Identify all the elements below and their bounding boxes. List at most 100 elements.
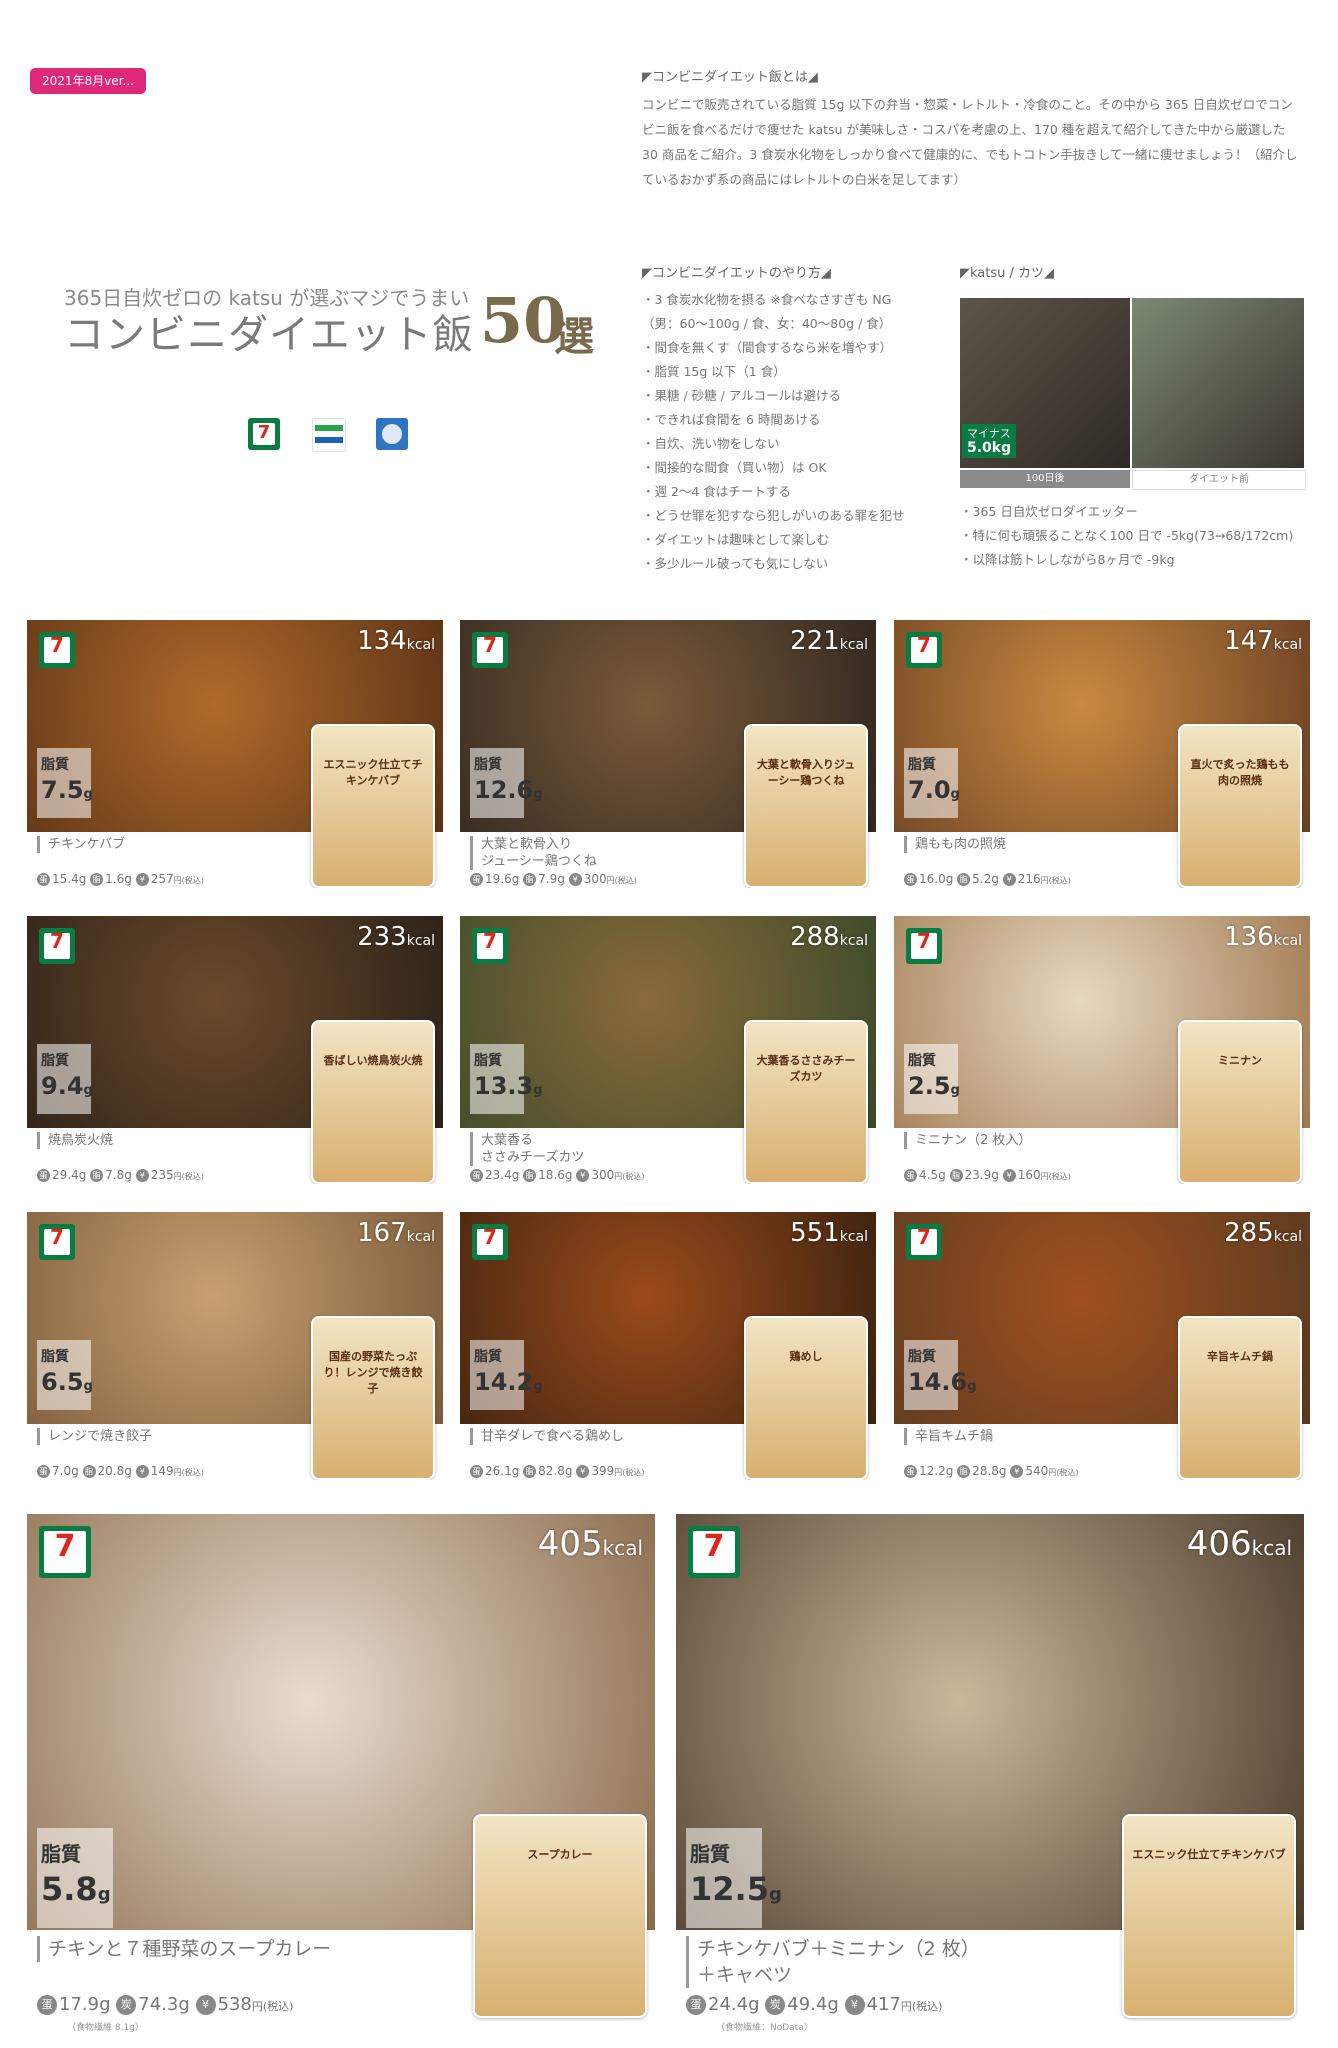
fat-label: 脂質 [690,1842,730,1866]
profile-heading: ◤katsu / カツ◢ [960,266,1055,281]
fat-label: 脂質 [474,1053,502,1069]
fat-label: 脂質 [474,1349,502,1365]
macro-info: 蛋 23.4g 脂 18.6g ¥300円(税込) [470,1168,645,1182]
product-name: ミニナン（2 枚入） [904,1132,1031,1149]
product-name: チキンケバブ [37,836,125,853]
kcal-value: 221kcal [790,626,868,656]
seven-eleven-icon: 7 [906,928,942,964]
seven-eleven-icon: 7 [39,928,75,964]
seven-eleven-icon: 7 [39,1526,91,1578]
rule-item: ・間接的な間食（買い物）は OK [642,460,827,475]
protein-icon: 蛋 [904,873,917,886]
product-package-image: エスニック仕立てチキンケバブ [311,724,435,888]
yen-icon: ¥ [135,1169,149,1182]
profile-item: ・特に何も頑張ることなく100 日で -5kg(73→68/172cm) [960,528,1294,543]
weight-loss-badge: マイナス 5.0kg [962,424,1017,458]
seven-eleven-icon: 7 [688,1526,740,1578]
fat-value: 14.2g [474,1368,543,1396]
yen-icon: ¥ [1002,1169,1016,1182]
fat-value: 9.4g [41,1072,93,1100]
product-card[interactable]: 7 136kcal 脂質 2.5g ミニナンミニナン（2 枚入） 蛋 4.5g 脂 23.9g… [894,916,1310,1184]
package-label: スープカレー [527,1848,593,1861]
fat-icon: 脂 [90,873,104,886]
fat-icon: 脂 [82,1465,96,1478]
package-label: ミニナン [1218,1054,1262,1067]
kcal-value: 147kcal [1224,626,1302,656]
fat-icon: 脂 [523,1169,537,1182]
kcal-value: 136kcal [1224,922,1302,952]
fat-icon: 脂 [957,1465,971,1478]
fat-badge: 脂質 13.3g [470,1044,543,1114]
kcal-value: 405kcal [537,1524,643,1564]
macro-info: 蛋 17.9g 炭 74.3g ¥538円(税込) [37,1994,293,2015]
macro-info: 蛋 24.4g 炭 49.4g ¥417円(税込) [686,1994,942,2015]
fat-label: 脂質 [41,1349,69,1365]
yen-icon: ¥ [576,1465,590,1478]
product-package-image: 直火で炙った鶏もも肉の照焼 [1178,724,1302,888]
macro-info: 蛋 12.2g 脂 28.8g ¥540円(税込) [904,1464,1079,1478]
yen-icon: ¥ [135,1465,149,1478]
yen-icon: ¥ [568,873,582,886]
package-label: 辛旨キムチ鍋 [1207,1350,1273,1363]
rule-item: ・脂質 15g 以下（1 食） [642,364,786,379]
kcal-value: 406kcal [1186,1524,1292,1564]
product-card[interactable]: 7 221kcal 脂質 12.6g 大葉と軟骨入りジューシー鶏つくね 大葉と軟骨入り ジ… [460,620,876,888]
carb-icon: 炭 [765,1995,786,2015]
product-card[interactable]: 7 285kcal 脂質 14.6g 辛旨キムチ鍋 辛旨キムチ鍋蛋 12.2g 脂 28.8g… [894,1212,1310,1480]
product-name: 辛旨キムチ鍋 [904,1428,993,1445]
yen-icon: ¥ [1002,873,1016,886]
macro-info: 蛋 15.4g 脂 1.6g ¥257円(税込) [37,872,204,886]
product-name: チキンと７種野菜のスープカレー [37,1936,331,1962]
product-card[interactable]: 7 551kcal 脂質 14.2g 鶏めし 甘辛ダレで食べる鶏めし蛋 26.1g 脂 82.… [460,1212,876,1480]
profile-list: ・365 日自炊ゼロダイエッター・特に何も頑張ることなく100 日で -5kg(… [960,500,1320,572]
product-card[interactable]: 7 147kcal 脂質 7.0g 直火で炙った鶏もも肉の照焼 鶏もも肉の照焼蛋 16.0g… [894,620,1310,888]
protein-icon: 蛋 [37,1465,50,1478]
rule-item: ・自炊、洗い物をしない [642,436,780,451]
fat-icon: 脂 [957,873,971,886]
fiber-note: （食物繊維：NoData） [716,2023,813,2033]
package-label: エスニック仕立てチキンケバブ [1132,1848,1286,1861]
product-card[interactable]: 7 233kcal 脂質 9.4g 香ばしい焼鳥炭火焼 焼鳥炭火焼蛋 29.4g 脂 7.8g… [27,916,443,1184]
kcal-value: 551kcal [790,1218,868,1248]
protein-icon: 蛋 [37,1995,57,2015]
package-label: 大葉と軟骨入りジューシー鶏つくね [756,758,856,787]
product-card-large[interactable]: 7 406kcal 脂質 12.5g エスニック仕立てチキンケバブ チキンケバブ＋ミニナン… [676,1514,1304,2034]
rule-item: ・どうせ罪を犯すなら犯しがいのある罪を犯せ [642,508,905,523]
protein-icon: 蛋 [904,1169,917,1182]
package-label: 大葉香るささみチーズカツ [756,1054,856,1083]
protein-icon: 蛋 [686,1995,706,2015]
carb-icon: 炭 [116,1995,137,2015]
fat-value: 13.3g [474,1072,543,1100]
product-card[interactable]: 7 167kcal 脂質 6.5g 国産の野菜たっぷり！レンジで焼き餃子 レンジで焼き餃子… [27,1212,443,1480]
fat-icon: 脂 [949,1169,963,1182]
fat-badge: 脂質 12.5g [686,1828,782,1928]
product-card[interactable]: 7 288kcal 脂質 13.3g 大葉香るささみチーズカツ 大葉香る ささみチーズカツ… [460,916,876,1184]
profile-item: ・365 日自炊ゼロダイエッター [960,504,1138,519]
fat-icon: 脂 [523,1465,537,1478]
product-package-image: エスニック仕立てチキンケバブ [1122,1814,1296,2018]
seven-eleven-icon: 7 [906,632,942,668]
seven-eleven-icon: 7 [39,632,75,668]
package-label: 鶏めし [789,1350,823,1363]
rule-item: ・3 食炭水化物を摂る ※食べなさすぎも NG [642,292,892,307]
protein-icon: 蛋 [470,873,483,886]
kcal-value: 285kcal [1224,1218,1302,1248]
kcal-value: 233kcal [357,922,435,952]
product-card-large[interactable]: 7 405kcal 脂質 5.8g スープカレーチキンと７種野菜のスープカレー蛋 17.9… [27,1514,655,2034]
fat-value: 7.0g [908,776,960,804]
fat-value: 12.5g [690,1870,782,1908]
kcal-value: 134kcal [357,626,435,656]
fat-badge: 脂質 7.0g [904,748,960,818]
product-card[interactable]: 7 134kcal 脂質 7.5g エスニック仕立てチキンケバブ チキンケバブ蛋 15.4g… [27,620,443,888]
macro-info: 蛋 4.5g 脂 23.9g ¥160円(税込) [904,1168,1071,1182]
page-title: コンビニダイエット飯 [64,312,474,358]
protein-icon: 蛋 [37,1169,50,1182]
yen-icon: ¥ [195,1995,216,2015]
fat-value: 7.5g [41,776,93,804]
fat-badge: 脂質 2.5g [904,1044,960,1114]
fat-badge: 脂質 5.8g [37,1828,113,1928]
yen-icon: ¥ [1010,1465,1024,1478]
product-name: 大葉と軟骨入り ジューシー鶏つくね [470,836,597,870]
fat-value: 6.5g [41,1368,93,1396]
protein-icon: 蛋 [470,1169,483,1182]
